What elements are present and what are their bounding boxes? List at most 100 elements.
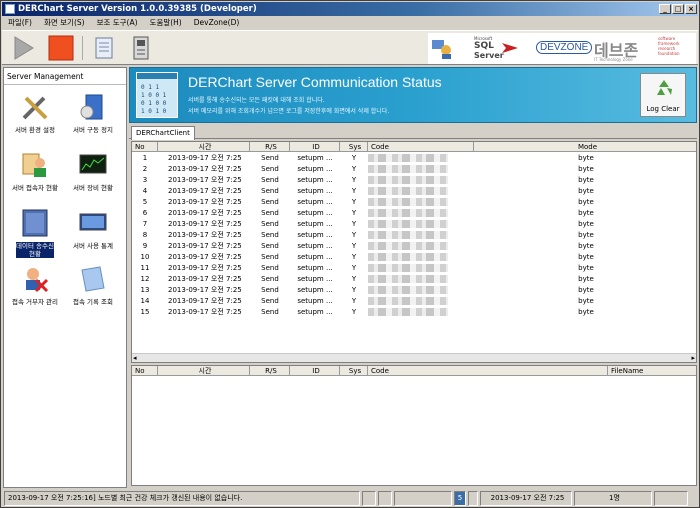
menu-tools[interactable]: 보조 도구(A) [91, 16, 144, 29]
table-cell-mode: byte [578, 209, 594, 217]
table-row[interactable]: 3 2013-09-17 오전 7:25 Send setupm ... Ybyte [132, 175, 696, 186]
table-row[interactable]: 7 2013-09-17 오전 7:25 Send setupm ... Ybyte [132, 219, 696, 230]
tab-derchartclient[interactable]: DERChartClient [131, 126, 195, 140]
column-header-sys[interactable]: Sys [340, 366, 368, 376]
menu-help[interactable]: 도움말(H) [144, 16, 188, 29]
monitor-icon [79, 154, 107, 174]
table-cell-mode: byte [578, 275, 594, 283]
table-cell-no: 5 [142, 198, 148, 206]
table-cell-id: setupm ... [297, 176, 333, 184]
table-cell-time: 2013-09-17 오전 7:25 [168, 165, 242, 173]
column-header-code[interactable]: Code [368, 142, 474, 152]
horizontal-scrollbar[interactable]: ◂ ▸ [132, 353, 696, 362]
table-cell-time: 2013-09-17 오전 7:25 [168, 187, 242, 195]
table-cell-id: setupm ... [297, 154, 333, 162]
table-cell-time: 2013-09-17 오전 7:25 [168, 264, 242, 272]
sidebar-item-label: 서버 장비 현황 [72, 184, 113, 192]
table-cell-rs: Send [261, 264, 279, 272]
play-icon [14, 36, 34, 60]
sidebar-item-connected-users[interactable]: 서버 접속자 현황 [6, 148, 64, 200]
table-cell-code-redacted [368, 275, 448, 283]
table-cell-mode: byte [578, 165, 594, 173]
sidebar-item-label: 접속 거부자 관리 [12, 298, 58, 306]
table-cell-mode: byte [578, 286, 594, 294]
maximize-button[interactable]: □ [672, 4, 684, 14]
log-clear-button[interactable]: Log Clear [640, 73, 686, 117]
table-row[interactable]: 13 2013-09-17 오전 7:25 Send setupm ... Ybyte [132, 285, 696, 296]
file-grid: No 시간 R/S ID Sys Code FileName [131, 365, 697, 486]
table-cell-time: 2013-09-17 오전 7:25 [168, 176, 242, 184]
network-user-icon [432, 40, 451, 59]
column-header-mode[interactable]: Mode [474, 142, 696, 152]
close-button[interactable]: × [685, 4, 697, 14]
chart-icon [79, 213, 107, 231]
device-icon [133, 36, 149, 60]
table-row[interactable]: 5 2013-09-17 오전 7:25 Send setupm ... Ybyte [132, 197, 696, 208]
menu-file[interactable]: 파일(F) [2, 16, 38, 29]
menu-devzone[interactable]: DevZone(D) [188, 16, 246, 29]
column-header-filename[interactable]: FileName [608, 366, 696, 376]
sidebar-item-server-equipment[interactable]: 서버 장비 현황 [64, 148, 122, 200]
devzone-text: DEVZONE [536, 41, 593, 54]
users-icon [22, 153, 46, 177]
table-row[interactable]: 15 2013-09-17 오전 7:25 Send setupm ... Ybyte [132, 307, 696, 318]
play-button[interactable] [10, 35, 36, 61]
column-header-time[interactable]: 시간 [158, 366, 250, 376]
table-cell-mode: byte [578, 264, 594, 272]
table-row[interactable]: 1 2013-09-17 오전 7:25 Send setupm ... Ybyte [132, 153, 696, 164]
table-row[interactable]: 10 2013-09-17 오전 7:25 Send setupm ... Ybyte [132, 252, 696, 263]
sidebar-item-server-start-stop[interactable]: 서버 구동 정지 [64, 90, 122, 142]
column-header-no[interactable]: No [132, 142, 158, 152]
table-cell-time: 2013-09-17 오전 7:25 [168, 297, 242, 305]
device-button[interactable] [128, 35, 154, 61]
table-cell-mode: byte [578, 242, 594, 250]
table-cell-sys: Y [351, 253, 357, 261]
table-cell-code-redacted [368, 264, 448, 272]
table-row[interactable]: 6 2013-09-17 오전 7:25 Send setupm ... Ybyte [132, 208, 696, 219]
table-cell-sys: Y [351, 286, 357, 294]
scroll-right-icon[interactable]: ▸ [691, 354, 695, 362]
column-header-rs[interactable]: R/S [250, 142, 290, 152]
column-header-code[interactable]: Code [368, 366, 608, 376]
sql-logo-text: SQL [474, 41, 494, 51]
sidebar-item-server-usage-stats[interactable]: 서버 사용 통계 [64, 206, 122, 258]
server-icon [80, 94, 103, 120]
table-cell-sys: Y [351, 165, 357, 173]
main-panel: 0 1 11 0 0 10 1 0 01 0 1 0 DERChart Serv… [129, 67, 699, 488]
minimize-button[interactable]: _ [659, 4, 671, 14]
sidebar-item-server-settings[interactable]: 서버 환경 설정 [6, 90, 64, 142]
table-row[interactable]: 2 2013-09-17 오전 7:25 Send setupm ... Ybyte [132, 164, 696, 175]
sidebar-item-access-log[interactable]: 접속 기록 조회 [64, 262, 122, 314]
column-header-rs[interactable]: R/S [250, 366, 290, 376]
sidebar-item-blocked-users[interactable]: 접속 거부자 관리 [6, 262, 64, 314]
stop-button[interactable] [48, 35, 74, 61]
scroll-left-icon[interactable]: ◂ [133, 354, 137, 362]
table-cell-rs: Send [261, 220, 279, 228]
recycle-icon [657, 80, 672, 95]
table-row[interactable]: 4 2013-09-17 오전 7:25 Send setupm ... Ybyte [132, 186, 696, 197]
table-cell-time: 2013-09-17 오전 7:25 [168, 242, 242, 250]
sql-flag-icon [502, 43, 518, 53]
column-header-id[interactable]: ID [290, 142, 340, 152]
document-button[interactable] [91, 35, 117, 61]
table-cell-no: 10 [140, 253, 150, 261]
title-bar: DERChart Server Version 1.0.0.39385 (Dev… [2, 2, 698, 16]
devzone-logo: DEVZONE 데브존 software framework research … [530, 34, 694, 63]
status-banner: 0 1 11 0 0 10 1 0 01 0 1 0 DERChart Serv… [129, 67, 697, 123]
table-row[interactable]: 14 2013-09-17 오전 7:25 Send setupm ... Ybyte [132, 296, 696, 307]
packet-grid-header: No 시간 R/S ID Sys Code Mode [132, 142, 696, 152]
menu-view[interactable]: 화면 보기(S) [38, 16, 91, 29]
column-header-sys[interactable]: Sys [340, 142, 368, 152]
table-row[interactable]: 9 2013-09-17 오전 7:25 Send setupm ... Ybyte [132, 241, 696, 252]
status-message: 2013-09-17 오전 7:25:16] 노드별 최근 건강 체크가 갱신된… [4, 491, 360, 506]
table-cell-sys: Y [351, 187, 357, 195]
table-row[interactable]: 11 2013-09-17 오전 7:25 Send setupm ... Ybyte [132, 263, 696, 274]
column-header-id[interactable]: ID [290, 366, 340, 376]
table-cell-no: 8 [142, 231, 148, 239]
column-header-time[interactable]: 시간 [158, 142, 250, 152]
sidebar-item-data-transfer[interactable]: 데이터 송수신 현황 [6, 206, 64, 258]
table-row[interactable]: 12 2013-09-17 오전 7:25 Send setupm ... Ybyte [132, 274, 696, 285]
table-cell-id: setupm ... [297, 220, 333, 228]
column-header-no[interactable]: No [132, 366, 158, 376]
table-row[interactable]: 8 2013-09-17 오전 7:25 Send setupm ... Ybyte [132, 230, 696, 241]
